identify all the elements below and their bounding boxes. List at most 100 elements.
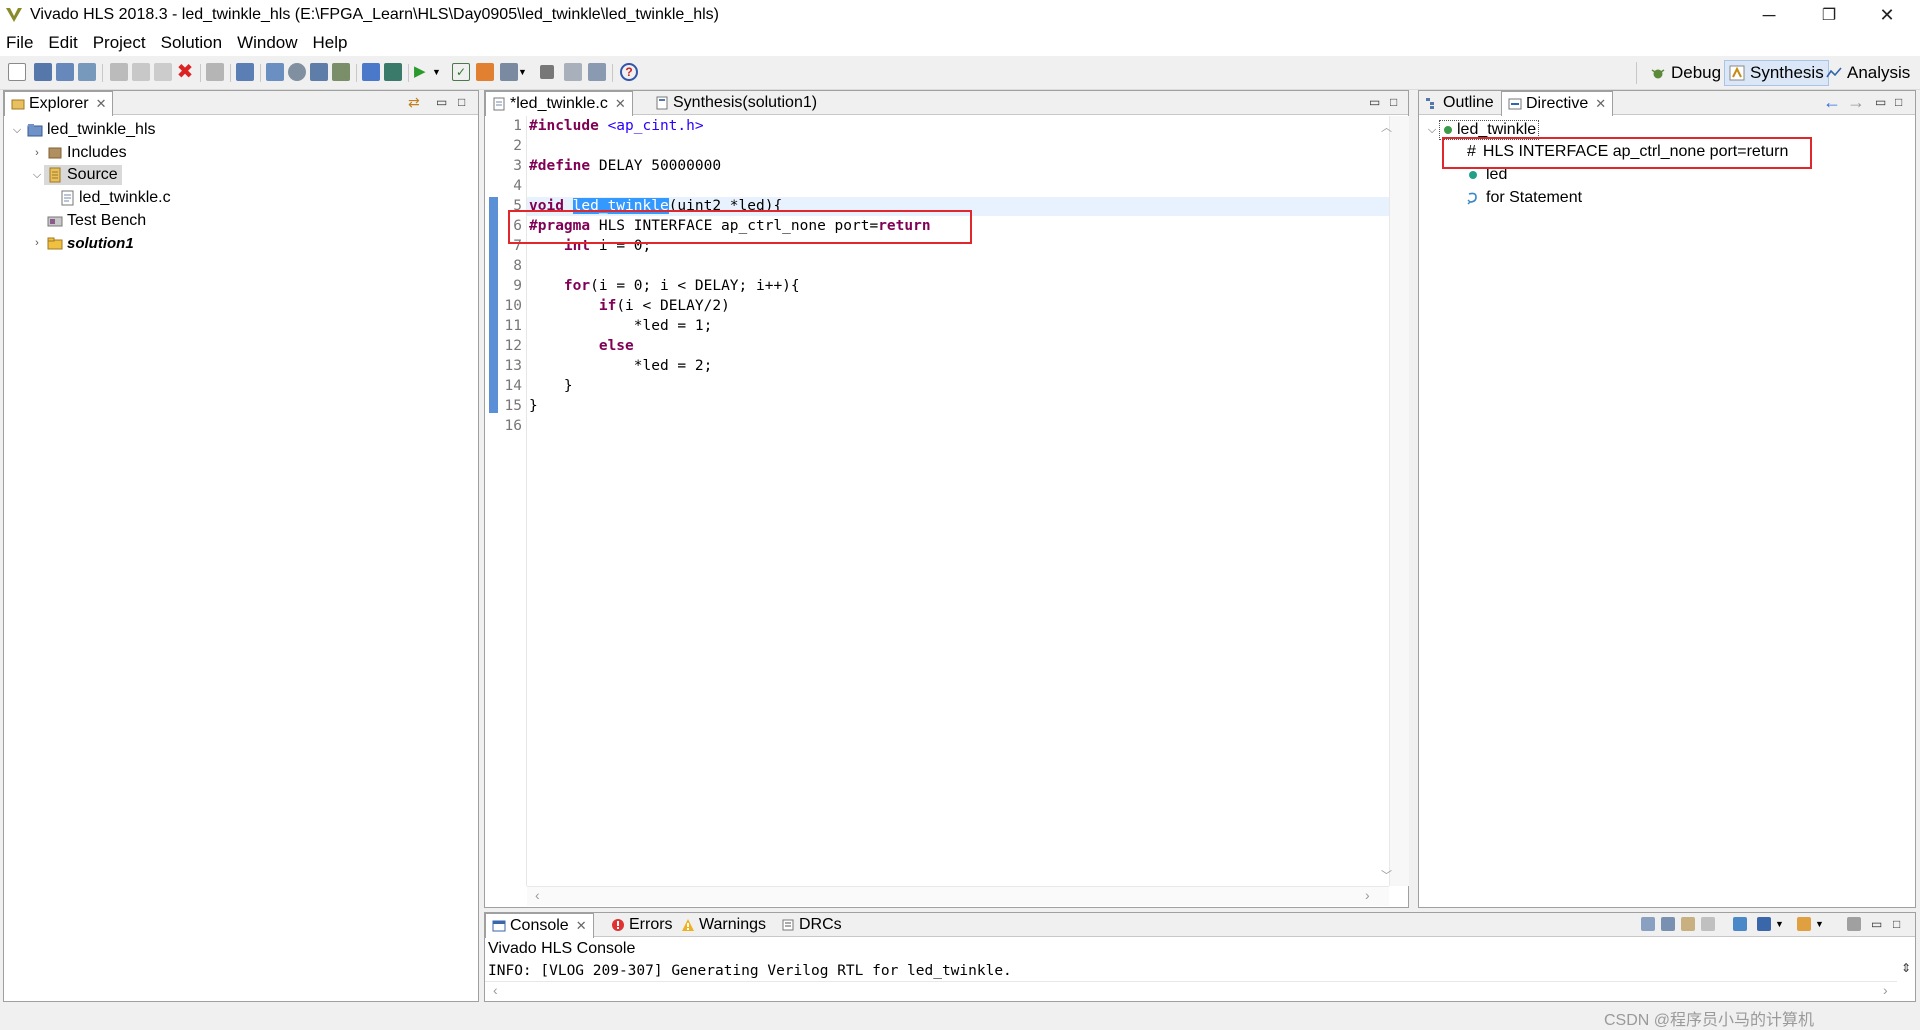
- cut-icon[interactable]: [110, 63, 128, 81]
- toolbar-separator: [1636, 62, 1637, 84]
- scroll-left-icon[interactable]: ‹: [535, 887, 540, 903]
- chevron-down-icon[interactable]: ⌵: [10, 124, 24, 137]
- scroll-right-icon[interactable]: ›: [1365, 887, 1370, 903]
- tab-synthesis-report-label: Synthesis(solution1): [673, 94, 818, 111]
- c-simulation-icon[interactable]: [362, 63, 380, 81]
- tree-item-source[interactable]: ⌵ Source: [30, 164, 122, 186]
- new-solution-icon[interactable]: [266, 63, 284, 81]
- report-dropdown-icon[interactable]: ▼: [518, 63, 528, 81]
- line-number: 10: [504, 298, 522, 314]
- copy-icon[interactable]: [132, 63, 150, 81]
- word-wrap-icon[interactable]: [1681, 917, 1695, 931]
- print-icon[interactable]: [206, 63, 224, 81]
- run-dropdown-icon[interactable]: ▼: [432, 63, 442, 81]
- pin-console-icon[interactable]: [1733, 917, 1747, 931]
- minimize-view-icon[interactable]: ▭: [1875, 95, 1886, 109]
- menu-window[interactable]: Window: [237, 33, 297, 53]
- menu-edit[interactable]: Edit: [48, 33, 77, 53]
- menu-project[interactable]: Project: [93, 33, 146, 53]
- tab-warnings[interactable]: Warnings: [675, 913, 772, 937]
- maximize-view-icon[interactable]: □: [1390, 95, 1397, 109]
- code-line: #include <ap_cint.h>: [529, 118, 704, 134]
- maximize-view-icon[interactable]: □: [1895, 95, 1902, 109]
- tab-directive[interactable]: Directive ✕: [1501, 91, 1614, 116]
- save-icon[interactable]: [34, 63, 52, 81]
- export-rtl-icon[interactable]: [476, 63, 494, 81]
- menu-file[interactable]: File: [6, 33, 33, 53]
- maximize-view-icon[interactable]: □: [1893, 917, 1900, 931]
- tree-item-includes[interactable]: › Includes: [30, 142, 126, 164]
- overview-ruler[interactable]: [1389, 116, 1409, 886]
- tab-led-twinkle-c[interactable]: *led_twinkle.c ✕: [485, 91, 633, 116]
- console-clear-icon[interactable]: [1641, 917, 1655, 931]
- menu-help[interactable]: Help: [313, 33, 348, 53]
- compare-reports-icon[interactable]: [564, 63, 582, 81]
- close-tab-icon[interactable]: ✕: [96, 96, 107, 112]
- stop-icon[interactable]: [540, 65, 554, 79]
- tab-drcs[interactable]: DRCs: [775, 913, 848, 937]
- tab-errors[interactable]: Errors: [605, 913, 679, 937]
- open-console-icon[interactable]: [1797, 917, 1811, 931]
- scroll-right-icon[interactable]: ›: [1883, 982, 1888, 998]
- tab-console[interactable]: Console ✕: [485, 913, 594, 938]
- chevron-right-icon[interactable]: ›: [30, 147, 44, 159]
- paste-icon[interactable]: [154, 63, 172, 81]
- editor-tabstrip: *led_twinkle.c ✕ Synthesis(solution1) ▭ …: [485, 91, 1408, 116]
- console-scroll-arrows-icon[interactable]: ⇕: [1901, 961, 1911, 975]
- close-button[interactable]: ✕: [1858, 0, 1916, 30]
- open-report-icon[interactable]: [500, 63, 518, 81]
- run-icon[interactable]: ▶: [414, 63, 432, 81]
- perspective-analysis[interactable]: Analysis: [1822, 60, 1914, 86]
- scroll-lock-icon[interactable]: [1661, 917, 1675, 931]
- display-console-icon[interactable]: [1757, 917, 1771, 931]
- cosim-icon[interactable]: ✓: [452, 63, 470, 81]
- close-tab-icon[interactable]: ✕: [576, 918, 587, 934]
- index-all-icon[interactable]: [332, 63, 350, 81]
- tab-synthesis-report[interactable]: Synthesis(solution1): [649, 91, 823, 115]
- index-source-icon[interactable]: [310, 63, 328, 81]
- tab-outline[interactable]: Outline: [1419, 91, 1500, 115]
- chevron-right-icon[interactable]: ›: [30, 237, 44, 249]
- back-arrow-icon[interactable]: ←: [1823, 92, 1841, 113]
- display-console-dropdown-icon[interactable]: ▼: [1775, 917, 1785, 935]
- line-number: 1: [513, 118, 522, 134]
- chevron-down-icon[interactable]: ⌵: [1425, 124, 1439, 137]
- minimize-view-icon[interactable]: ▭: [436, 95, 447, 109]
- project-settings-icon[interactable]: [236, 63, 254, 81]
- horizontal-scrollbar[interactable]: [527, 886, 1389, 906]
- scroll-left-icon[interactable]: ‹: [493, 982, 498, 998]
- perspective-debug[interactable]: Debug: [1646, 60, 1725, 86]
- tree-item-test-bench[interactable]: Test Bench: [44, 210, 146, 232]
- minimize-button[interactable]: ─: [1740, 0, 1798, 30]
- minimize-view-icon[interactable]: ▭: [1871, 917, 1882, 931]
- forward-arrow-icon[interactable]: →: [1847, 92, 1865, 113]
- c-synthesis-icon[interactable]: [384, 63, 402, 81]
- scroll-down-icon[interactable]: ﹀: [1381, 867, 1392, 883]
- link-with-editor-icon[interactable]: ⇄: [408, 94, 420, 111]
- menu-solution[interactable]: Solution: [161, 33, 222, 53]
- help-icon[interactable]: ?: [620, 63, 638, 81]
- save-all-icon[interactable]: [56, 63, 74, 81]
- tree-item-solution[interactable]: › solution1: [30, 232, 134, 254]
- solution-settings-icon[interactable]: [288, 63, 306, 81]
- waveform-icon[interactable]: [588, 63, 606, 81]
- console-edit-icon[interactable]: [1847, 917, 1861, 931]
- directive-item-loop[interactable]: for Statement: [1463, 187, 1582, 209]
- close-tab-icon[interactable]: ✕: [615, 96, 626, 112]
- show-console-icon[interactable]: [1701, 917, 1715, 931]
- open-console-dropdown-icon[interactable]: ▼: [1815, 917, 1825, 935]
- tree-item-source-file[interactable]: led_twinkle.c: [56, 187, 171, 209]
- restore-button[interactable]: ❐: [1800, 0, 1858, 30]
- delete-icon[interactable]: ✖: [176, 62, 194, 82]
- tab-explorer[interactable]: Explorer ✕: [4, 91, 114, 116]
- perspective-synthesis[interactable]: Synthesis: [1724, 60, 1829, 86]
- tree-item-project[interactable]: ⌵ led_twinkle_hls: [10, 119, 156, 141]
- new-file-icon[interactable]: [8, 63, 26, 81]
- save-as-icon[interactable]: [78, 63, 96, 81]
- scroll-up-icon[interactable]: ︿: [1381, 119, 1392, 135]
- maximize-view-icon[interactable]: □: [458, 95, 465, 109]
- chevron-down-icon[interactable]: ⌵: [30, 169, 44, 182]
- minimize-view-icon[interactable]: ▭: [1369, 95, 1380, 109]
- console-horizontal-scrollbar[interactable]: [485, 981, 1897, 1001]
- close-tab-icon[interactable]: ✕: [1595, 96, 1606, 112]
